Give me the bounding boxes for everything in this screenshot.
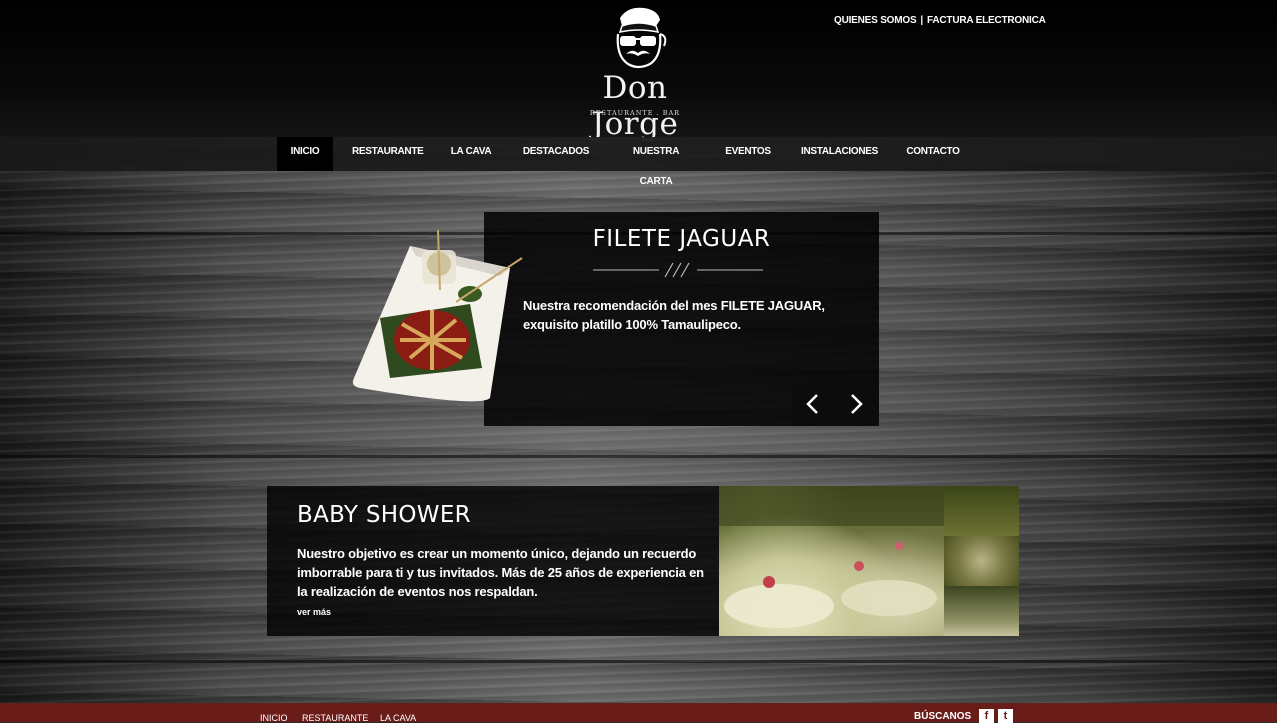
plank-seam xyxy=(0,455,1277,458)
event-photo-main[interactable] xyxy=(719,486,944,636)
top-links-separator: | xyxy=(920,15,924,26)
slide-title: FILETE JAGUAR xyxy=(592,226,771,252)
chef-face-icon xyxy=(616,7,667,69)
slider-next-button[interactable] xyxy=(836,383,879,426)
quienes-somos-link[interactable]: QUIENES SOMOS xyxy=(834,15,917,26)
brand-name: Don Jorge xyxy=(591,70,679,142)
factura-electronica-link[interactable]: FACTURA ELECTRONICA xyxy=(927,15,1046,26)
nav-inicio[interactable]: INICIO xyxy=(277,137,333,171)
nav-instalaciones[interactable]: INSTALACIONES xyxy=(801,137,878,171)
nav-contacto[interactable]: CONTACTO xyxy=(906,137,960,171)
event-photo-thumb[interactable] xyxy=(944,536,1019,586)
brand-tagline: RESTAURANTE . BAR xyxy=(589,109,681,117)
twitter-icon[interactable]: t xyxy=(998,709,1013,723)
facebook-icon[interactable]: f xyxy=(979,709,994,723)
event-photo-thumb[interactable] xyxy=(944,486,1019,536)
nav-la-cava[interactable]: LA CAVA xyxy=(448,137,494,171)
plank-seam xyxy=(0,660,1277,663)
chevron-right-icon xyxy=(851,394,863,414)
title-divider xyxy=(593,262,763,278)
dish-image xyxy=(352,229,523,402)
slider-prev-button[interactable] xyxy=(792,383,835,426)
chevron-left-icon xyxy=(806,394,818,414)
buscanos-label: BÚSCANOS xyxy=(914,711,972,722)
banquet-photo xyxy=(719,486,944,628)
brand-logo[interactable]: Don Jorge RESTAURANTE . BAR xyxy=(560,6,710,142)
event-description: Nuestro objetivo es crear un momento úni… xyxy=(297,546,704,599)
nav-nuestra-carta[interactable]: NUESTRA CARTA xyxy=(617,137,695,187)
nav-eventos[interactable]: EVENTOS xyxy=(724,137,772,171)
main-nav: INICIO RESTAURANTE LA CAVA DESTACADOS NU… xyxy=(0,137,1277,187)
event-photo-thumb[interactable] xyxy=(944,586,1019,636)
nav-destacados[interactable]: DESTACADOS xyxy=(522,137,590,171)
nav-restaurante[interactable]: RESTAURANTE xyxy=(352,137,424,171)
event-title: BABY SHOWER xyxy=(297,502,471,528)
ver-mas-link[interactable]: ver más xyxy=(297,607,331,617)
top-links: QUIENES SOMOS | FACTURA ELECTRONICA xyxy=(834,15,1046,26)
slide-description: Nuestra recomendación del mes FILETE JAG… xyxy=(523,298,825,332)
site-footer xyxy=(0,703,1277,722)
